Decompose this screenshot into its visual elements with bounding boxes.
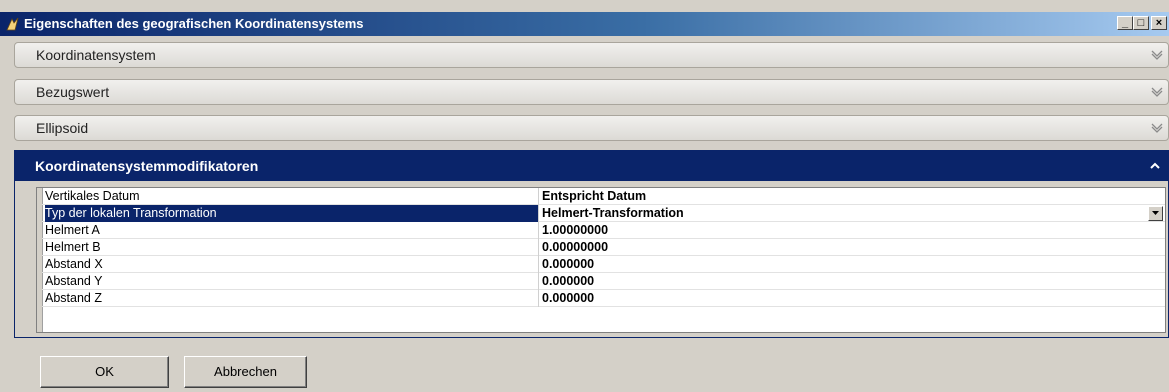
property-name: Vertikales Datum <box>45 188 539 205</box>
property-value[interactable]: 1.00000000 <box>542 222 608 239</box>
property-row[interactable]: Abstand X 0.000000 <box>42 256 1165 273</box>
section-label: Ellipsoid <box>36 120 89 136</box>
property-value[interactable]: 0.000000 <box>542 256 594 273</box>
minimize-button[interactable]: _ <box>1117 16 1133 30</box>
chevron-down-icon <box>1151 123 1163 133</box>
property-name: Abstand X <box>45 256 539 273</box>
ok-button[interactable]: OK <box>40 356 169 388</box>
chevron-down-icon <box>1152 211 1159 215</box>
properties-dialog: Eigenschaften des geografischen Koordina… <box>0 0 1169 392</box>
section-koordinatensystemmodifikatoren: Koordinatensystemmodifikatoren Vertikale… <box>14 150 1169 338</box>
maximize-button[interactable]: □ <box>1133 16 1149 30</box>
chevron-down-icon <box>1151 50 1163 60</box>
chevron-up-icon <box>1150 162 1160 169</box>
property-grid: Vertikales Datum Entspricht Datum Typ de… <box>36 187 1166 333</box>
close-button[interactable]: × <box>1151 16 1167 30</box>
section-label: Koordinatensystemmodifikatoren <box>35 158 259 174</box>
property-row[interactable]: Helmert B 0.00000000 <box>42 239 1165 256</box>
property-name: Helmert A <box>45 222 539 239</box>
property-row[interactable]: Abstand Z 0.000000 <box>42 290 1165 307</box>
property-name: Typ der lokalen Transformation <box>45 205 539 222</box>
property-row[interactable]: Vertikales Datum Entspricht Datum <box>42 188 1165 205</box>
property-value[interactable]: Entspricht Datum <box>542 188 646 205</box>
dropdown-button[interactable] <box>1148 206 1163 221</box>
property-name: Abstand Z <box>45 290 539 307</box>
property-row[interactable]: Typ der lokalen Transformation Helmert-T… <box>42 205 1165 222</box>
property-value[interactable]: 0.000000 <box>542 273 594 290</box>
section-header[interactable]: Koordinatensystemmodifikatoren <box>15 151 1168 181</box>
property-name: Helmert B <box>45 239 539 256</box>
chevron-down-icon <box>1151 87 1163 97</box>
property-row[interactable]: Abstand Y 0.000000 <box>42 273 1165 290</box>
window-title: Eigenschaften des geografischen Koordina… <box>24 16 364 31</box>
property-name: Abstand Y <box>45 273 539 290</box>
section-koordinatensystem[interactable]: Koordinatensystem <box>14 42 1169 68</box>
section-label: Bezugswert <box>36 84 110 100</box>
title-bar[interactable]: Eigenschaften des geografischen Koordina… <box>0 12 1169 36</box>
property-value[interactable]: Helmert-Transformation <box>542 205 684 222</box>
app-icon <box>6 17 19 31</box>
property-value[interactable]: 0.000000 <box>542 290 594 307</box>
section-label: Koordinatensystem <box>36 47 156 63</box>
property-value[interactable]: 0.00000000 <box>542 239 608 256</box>
window-controls: _ □ × <box>1117 16 1167 30</box>
section-bezugswert[interactable]: Bezugswert <box>14 79 1169 105</box>
cancel-button[interactable]: Abbrechen <box>184 356 307 388</box>
section-ellipsoid[interactable]: Ellipsoid <box>14 115 1169 141</box>
property-row[interactable]: Helmert A 1.00000000 <box>42 222 1165 239</box>
